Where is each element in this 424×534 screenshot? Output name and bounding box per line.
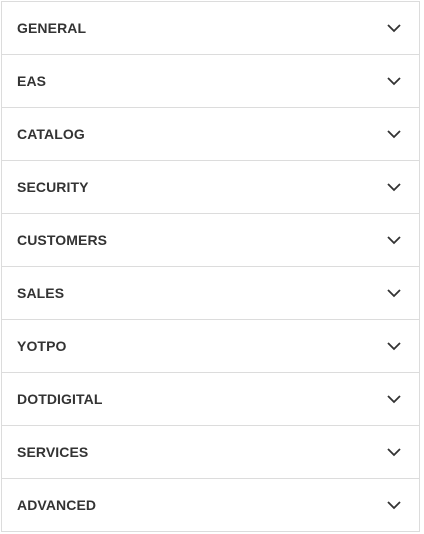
section-label: YOTPO xyxy=(17,338,67,354)
chevron-down-icon xyxy=(387,392,401,406)
chevron-down-icon xyxy=(387,498,401,512)
chevron-down-icon xyxy=(387,180,401,194)
section-label: DOTDIGITAL xyxy=(17,391,103,407)
section-advanced[interactable]: ADVANCED xyxy=(2,479,419,532)
section-label: CATALOG xyxy=(17,126,85,142)
section-label: SECURITY xyxy=(17,179,89,195)
section-label: SALES xyxy=(17,285,65,301)
section-label: EAS xyxy=(17,73,47,89)
section-services[interactable]: SERVICES xyxy=(2,426,419,479)
section-eas[interactable]: EAS xyxy=(2,55,419,108)
section-customers[interactable]: CUSTOMERS xyxy=(2,214,419,267)
section-label: GENERAL xyxy=(17,20,87,36)
section-label: CUSTOMERS xyxy=(17,232,108,248)
section-label: SERVICES xyxy=(17,444,89,460)
chevron-down-icon xyxy=(387,127,401,141)
section-yotpo[interactable]: YOTPO xyxy=(2,320,419,373)
section-catalog[interactable]: CATALOG xyxy=(2,108,419,161)
section-security[interactable]: SECURITY xyxy=(2,161,419,214)
chevron-down-icon xyxy=(387,74,401,88)
chevron-down-icon xyxy=(387,233,401,247)
section-sales[interactable]: SALES xyxy=(2,267,419,320)
chevron-down-icon xyxy=(387,445,401,459)
section-label: ADVANCED xyxy=(17,497,97,513)
section-general[interactable]: GENERAL xyxy=(2,2,419,55)
config-sections-accordion: GENERAL EAS CATALOG SECURITY CUSTOMERS S… xyxy=(1,1,420,532)
chevron-down-icon xyxy=(387,21,401,35)
chevron-down-icon xyxy=(387,339,401,353)
chevron-down-icon xyxy=(387,286,401,300)
section-dotdigital[interactable]: DOTDIGITAL xyxy=(2,373,419,426)
